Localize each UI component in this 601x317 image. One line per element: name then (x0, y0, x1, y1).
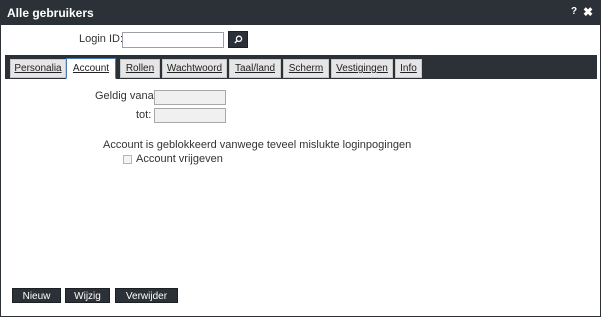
tab-info[interactable]: Info (395, 59, 422, 78)
help-button[interactable]: ? (569, 6, 579, 17)
account-panel (5, 79, 597, 279)
valid-from-label: Geldig vanaf: (95, 90, 160, 102)
tab-taal-land[interactable]: Taal/land (229, 59, 281, 78)
login-id-label: Login ID: (79, 33, 124, 45)
user-admin-dialog: Alle gebruikers ? ✖ Login ID: Personalia… (0, 0, 601, 317)
account-blocked-message: Account is geblokkeerd vanwege teveel mi… (103, 139, 412, 151)
valid-to-field (154, 108, 226, 123)
valid-to-label: tot: (136, 109, 152, 121)
search-button[interactable] (228, 31, 248, 48)
tab-account[interactable]: Account (66, 58, 116, 79)
release-account-label: Account vrijgeven (136, 153, 223, 165)
tab-personalia[interactable]: Personalia (10, 59, 66, 78)
tab-wachtwoord[interactable]: Wachtwoord (162, 59, 227, 78)
new-button[interactable]: Nieuw (12, 288, 61, 303)
tab-bar: Personalia Account Rollen Wachtwoord Taa… (5, 55, 597, 79)
tab-scherm[interactable]: Scherm (283, 59, 329, 78)
delete-button[interactable]: Verwijder (115, 288, 178, 303)
window-title: Alle gebruikers (7, 6, 94, 20)
login-id-input[interactable] (122, 32, 224, 48)
release-account-checkbox (123, 155, 132, 164)
edit-button[interactable]: Wijzig (65, 288, 110, 303)
tab-vestigingen[interactable]: Vestigingen (331, 59, 393, 78)
search-icon (234, 35, 243, 44)
title-bar: Alle gebruikers ? ✖ (1, 1, 600, 25)
close-button[interactable]: ✖ (582, 5, 594, 19)
tab-rollen[interactable]: Rollen (120, 59, 160, 78)
valid-from-field (154, 90, 226, 105)
